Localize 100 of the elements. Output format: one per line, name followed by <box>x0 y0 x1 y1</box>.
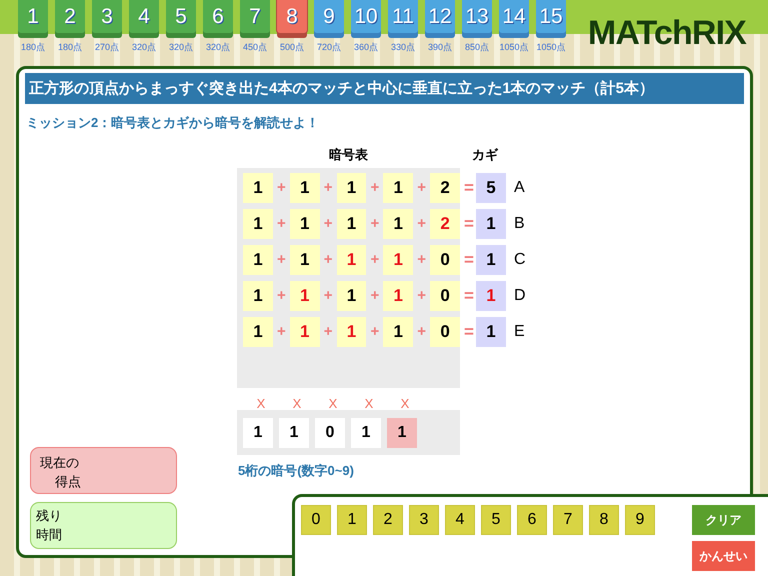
key-cell: 1 <box>476 317 506 347</box>
answer-caption: 5桁の暗号(数字0~9) <box>238 462 355 480</box>
digit-key[interactable]: 9 <box>625 505 655 535</box>
row-letter: E <box>514 322 525 342</box>
table-cell: 1 <box>336 317 366 347</box>
table-cell: 1 <box>243 317 273 347</box>
stage-score: 450点 <box>242 41 268 54</box>
table-cell: 1 <box>383 245 414 275</box>
stage-button[interactable]: 2 <box>55 0 85 33</box>
table-cell: 0 <box>430 245 460 275</box>
digit-key[interactable]: 6 <box>517 505 547 535</box>
stage-score: 320点 <box>206 41 230 54</box>
question-title: 正方形の頂点からまっすぐ突き出た4本のマッチと中心に垂直に立った1本のマッチ（計5本） <box>25 73 744 104</box>
plus-sign: + <box>276 250 287 270</box>
table-cell: 1 <box>383 281 414 311</box>
stage-button[interactable]: 8 <box>277 0 307 33</box>
stage-button[interactable]: 4 <box>129 0 159 33</box>
table-cell: 1 <box>383 209 414 239</box>
plus-sign: + <box>416 214 428 234</box>
table-cell: 1 <box>290 209 320 239</box>
digit-key[interactable]: 0 <box>301 505 331 535</box>
stage-score: 850点 <box>464 41 490 54</box>
wrong-mark: X <box>364 396 374 411</box>
stage-score: 500点 <box>280 41 304 54</box>
stage-button[interactable]: 11 <box>388 0 418 33</box>
stage-button[interactable]: 9 <box>314 0 344 33</box>
table-cell: 1 <box>336 245 366 275</box>
stage-score: 180点 <box>20 41 46 54</box>
table-cell: 1 <box>290 173 320 203</box>
answer-digit[interactable]: 0 <box>315 418 345 448</box>
row-letter: C <box>514 250 526 270</box>
digit-key[interactable]: 1 <box>337 505 367 535</box>
table-cell: 1 <box>290 281 320 311</box>
stage-button[interactable]: 3 <box>92 0 122 33</box>
stage-button[interactable]: 5 <box>166 0 196 33</box>
digit-key[interactable]: 2 <box>373 505 403 535</box>
table-cell: 1 <box>243 281 273 311</box>
answer-digit[interactable]: 1 <box>279 418 309 448</box>
plus-sign: + <box>416 250 428 270</box>
table-cell: 1 <box>243 173 273 203</box>
equals-sign: = <box>464 285 474 308</box>
wrong-mark: X <box>328 396 338 411</box>
plus-sign: + <box>276 178 287 198</box>
digit-key[interactable]: 8 <box>589 505 619 535</box>
key-cell: 1 <box>476 281 506 311</box>
equals-sign: = <box>464 177 474 200</box>
plus-sign: + <box>276 214 287 234</box>
stage-score: 270点 <box>94 41 120 54</box>
table-cell: 2 <box>430 209 460 239</box>
row-letter: D <box>514 286 526 306</box>
plus-sign: + <box>322 214 334 234</box>
plus-sign: + <box>370 214 380 234</box>
table-cell: 1 <box>336 173 366 203</box>
table-cell: 1 <box>243 209 273 239</box>
stage-button[interactable]: 13 <box>462 0 492 33</box>
stage-score: 1050点 <box>536 41 566 54</box>
plus-sign: + <box>416 286 428 306</box>
digit-key[interactable]: 7 <box>553 505 583 535</box>
key-cell: 1 <box>476 245 506 275</box>
stage-button[interactable]: 7 <box>240 0 270 33</box>
stage-button[interactable]: 1 <box>18 0 48 33</box>
table-cell: 1 <box>290 245 320 275</box>
clear-button[interactable]: クリア <box>692 505 755 535</box>
answer-digit[interactable]: 1 <box>387 418 417 448</box>
plus-sign: + <box>322 178 334 198</box>
table-cell: 1 <box>383 317 414 347</box>
key-cell: 1 <box>476 209 506 239</box>
stage-score: 390点 <box>428 41 452 54</box>
score-panel: 現在の 得点 <box>30 447 177 494</box>
time-panel: 残り 時間 <box>30 502 177 549</box>
key-cell: 5 <box>476 173 506 203</box>
plus-sign: + <box>370 286 380 306</box>
table-heading: 暗号表 <box>328 146 369 164</box>
mission-text: ミッション2：暗号表とカギから暗号を解読せよ！ <box>26 114 320 132</box>
answer-digit[interactable]: 1 <box>351 418 381 448</box>
plus-sign: + <box>276 286 287 306</box>
plus-sign: + <box>276 322 287 342</box>
digit-key[interactable]: 5 <box>481 505 511 535</box>
stage-score: 360点 <box>354 41 378 54</box>
digit-key[interactable]: 4 <box>445 505 475 535</box>
stage-button[interactable]: 14 <box>499 0 529 33</box>
stage-score: 320点 <box>168 41 194 54</box>
stage-score: 1050点 <box>499 41 529 54</box>
equals-sign: = <box>464 321 474 344</box>
submit-button[interactable]: かんせい <box>692 541 755 571</box>
plus-sign: + <box>370 250 380 270</box>
answer-digit[interactable]: 1 <box>243 418 273 448</box>
stage-button[interactable]: 10 <box>351 0 381 33</box>
stage-button[interactable]: 6 <box>203 0 233 33</box>
row-letter: A <box>514 178 525 198</box>
table-cell: 0 <box>430 281 460 311</box>
stage-button[interactable]: 15 <box>536 0 566 33</box>
plus-sign: + <box>322 250 334 270</box>
table-cell: 0 <box>430 317 460 347</box>
table-cell: 1 <box>383 173 414 203</box>
stage-score: 320点 <box>132 41 156 54</box>
row-letter: B <box>514 214 525 234</box>
digit-key[interactable]: 3 <box>409 505 439 535</box>
stage-score: 180点 <box>58 41 82 54</box>
stage-button[interactable]: 12 <box>425 0 455 33</box>
